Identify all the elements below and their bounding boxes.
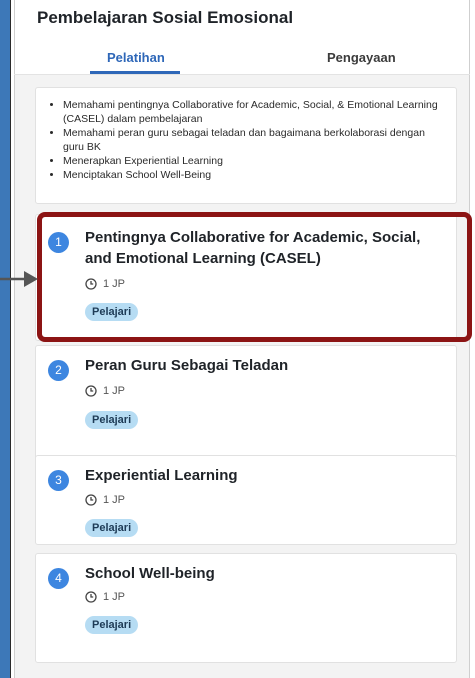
- objective-item: Menerapkan Experiential Learning: [63, 154, 440, 168]
- module-card-4[interactable]: 4 School Well-being 1 JP Pelajari: [35, 553, 457, 663]
- page-title: Pembelajaran Sosial Emosional: [37, 8, 294, 27]
- clock-icon: [85, 591, 97, 603]
- module-duration: 1 JP: [85, 492, 125, 508]
- left-strip: [0, 0, 10, 678]
- clock-icon: [85, 494, 97, 506]
- module-number-badge: 4: [48, 568, 69, 589]
- module-number-badge: 2: [48, 360, 69, 381]
- objective-item: Memahami peran guru sebagai teladan dan …: [63, 126, 440, 154]
- module-duration: 1 JP: [85, 589, 125, 605]
- clock-icon: [85, 385, 97, 397]
- module-card-2[interactable]: 2 Peran Guru Sebagai Teladan 1 JP Pelaja…: [35, 345, 457, 463]
- pelajari-button[interactable]: Pelajari: [85, 519, 139, 537]
- module-title[interactable]: Experiential Learning: [85, 465, 442, 486]
- module-title[interactable]: School Well-being: [85, 563, 442, 584]
- module-duration: 1 JP: [85, 383, 125, 399]
- duration-text: 1 JP: [103, 591, 126, 604]
- pelajari-button[interactable]: Pelajari: [85, 616, 139, 634]
- module-number-badge: 3: [48, 470, 69, 491]
- duration-text: 1 JP: [103, 494, 126, 507]
- highlight-box: [37, 212, 472, 342]
- tab-pengayaan[interactable]: Pengayaan: [327, 50, 396, 65]
- duration-text: 1 JP: [103, 385, 126, 398]
- module-card-3[interactable]: 3 Experiential Learning 1 JP Pelajari: [35, 455, 457, 545]
- objective-item: Menciptakan School Well-Being: [63, 168, 440, 182]
- pelajari-button[interactable]: Pelajari: [85, 411, 139, 429]
- module-title[interactable]: Peran Guru Sebagai Teladan: [85, 355, 442, 376]
- objective-item: Memahami pentingnya Collaborative for Ac…: [63, 98, 440, 126]
- arrow-right-icon: [0, 271, 38, 287]
- objectives-list: Memahami pentingnya Collaborative for Ac…: [36, 98, 456, 182]
- tabs-divider: [14, 74, 470, 75]
- learning-objectives-card: Memahami pentingnya Collaborative for Ac…: [35, 87, 457, 204]
- tab-pelatihan[interactable]: Pelatihan: [107, 50, 165, 65]
